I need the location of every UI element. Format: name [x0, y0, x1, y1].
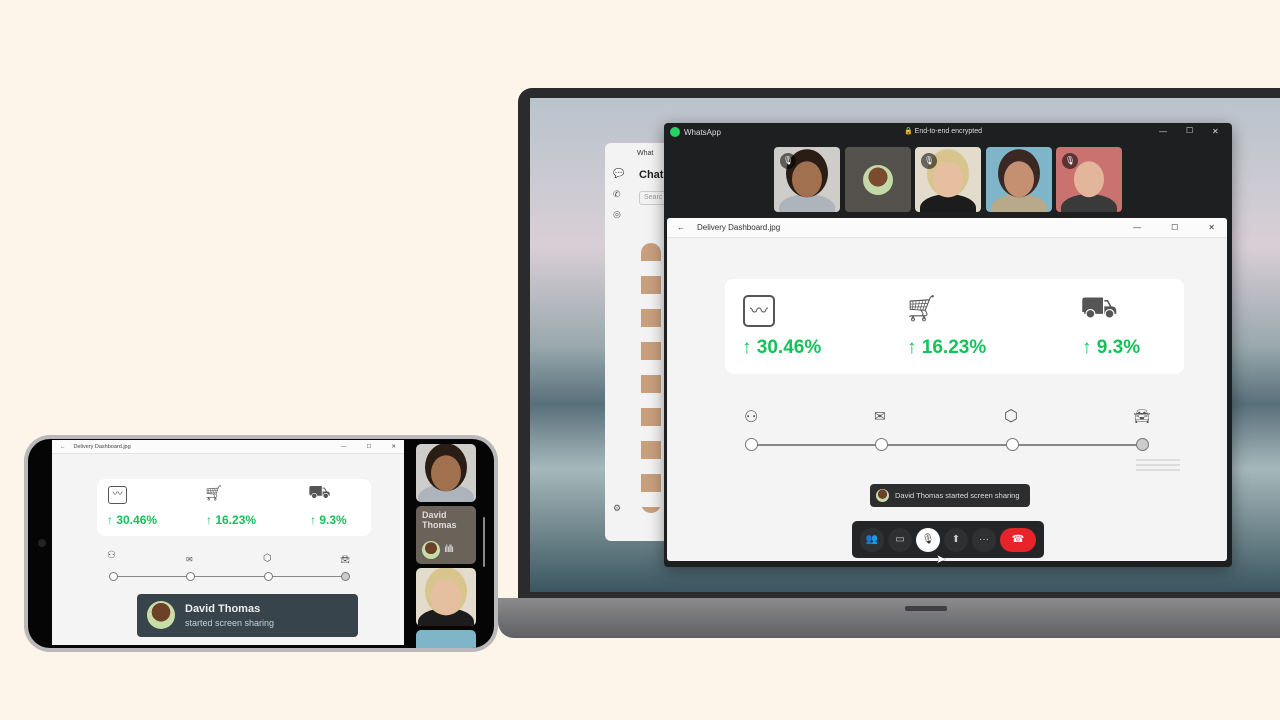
scrollbar[interactable] [483, 517, 485, 567]
timeline-step [1006, 438, 1019, 451]
participant-tile[interactable] [416, 444, 476, 502]
chat-app-title: What [637, 150, 654, 157]
viewer-close-button[interactable]: ✕ [1208, 223, 1215, 232]
active-speaker-tile[interactable]: David Thomas ılıllı [416, 506, 476, 564]
laptop-notch [905, 606, 947, 611]
video-button[interactable]: ▭ [888, 527, 912, 552]
stat-value: ↑ 16.23% [907, 337, 987, 358]
car-icon: 🚘︎ [340, 555, 351, 564]
minimize-button[interactable]: — [1159, 127, 1167, 136]
end-call-button[interactable]: ☎ [1000, 527, 1036, 552]
stat-value: ↑ 16.23% [206, 513, 257, 527]
timeline-step [109, 572, 118, 581]
chat-heading: Chat [639, 169, 664, 181]
viewer-maximize-button[interactable]: ☐ [1171, 223, 1178, 232]
cart-icon: 🛒︎ [905, 293, 939, 323]
viewer-minimize-button[interactable]: — [341, 444, 347, 450]
person-icon: ⚇ [107, 550, 116, 561]
share-screen-button[interactable]: ⬆ [944, 527, 968, 552]
phone: ← Delivery Dashboard.jpg — ☐ ✕ 〰 🛒︎ ⛟ ↑ … [24, 435, 498, 652]
avatar [147, 601, 175, 629]
participant-tile[interactable] [986, 147, 1052, 212]
stat-value: ↑ 30.46% [107, 513, 158, 527]
screen-share-toast: David Thomas started screen sharing [870, 484, 1030, 507]
viewer-minimize-button[interactable]: — [1133, 223, 1141, 232]
phone-viewer: ← Delivery Dashboard.jpg — ☐ ✕ 〰 🛒︎ ⛟ ↑ … [52, 440, 404, 645]
stat-value: ↑ 30.46% [742, 337, 822, 358]
car-icon: 🚘︎ [1133, 408, 1151, 424]
truck-icon: ⛟ [308, 482, 331, 502]
chats-icon[interactable]: 💬 [613, 168, 624, 179]
truck-icon: ⛟ [1080, 291, 1118, 324]
participant-tile[interactable]: 🎙 [1056, 147, 1122, 212]
viewer-title: Delivery Dashboard.jpg [73, 443, 131, 450]
close-button[interactable]: ✕ [1212, 127, 1219, 136]
timeline-step [341, 572, 350, 581]
participant-tile[interactable] [416, 568, 476, 626]
encryption-label: 🔒 End-to-end encrypted [904, 128, 982, 135]
package-icon: ✉ [186, 555, 193, 564]
timeline-step [745, 438, 758, 451]
audio-wave-icon: ılıllı [444, 544, 454, 555]
viewer-title: Delivery Dashboard.jpg [697, 223, 781, 232]
speaker-name: David Thomas [422, 510, 457, 530]
calls-icon[interactable]: ✆ [613, 189, 621, 200]
stats-card: 〰 🛒︎ ⛟ ↑ 30.46% ↑ 16.23% ↑ 9.3% [97, 479, 371, 536]
box-icon: ⬡ [1004, 408, 1018, 425]
maximize-button[interactable]: ☐ [1186, 126, 1193, 135]
chat-list-avatars[interactable] [641, 243, 661, 513]
box-icon: ⬡ [263, 553, 272, 564]
package-icon: ✉ [874, 408, 886, 424]
timeline-step [264, 572, 273, 581]
whatsapp-logo-icon [670, 127, 680, 137]
screen-share-toast: David Thomas started screen sharing [137, 594, 358, 637]
settings-icon[interactable]: ⚙ [613, 503, 621, 514]
placeholder-lines [1136, 459, 1180, 471]
participant-tile[interactable]: 🎙 [774, 147, 840, 212]
mic-off-icon: 🎙 [780, 153, 796, 169]
participant-avatar [863, 165, 893, 195]
mic-off-icon: 🎙 [921, 153, 937, 169]
toast-subtext: started screen sharing [185, 618, 275, 628]
back-button[interactable]: ← [60, 444, 66, 450]
camera-icon [38, 539, 46, 547]
toast-text: David Thomas started screen sharing [895, 491, 1020, 500]
mouse-cursor-icon: ➤ [936, 552, 947, 566]
toast-name: David Thomas [185, 603, 261, 615]
app-title: WhatsApp [684, 127, 721, 137]
laptop-base [498, 598, 1280, 638]
stat-value: ↑ 9.3% [1082, 337, 1141, 358]
participants-button[interactable]: 👥 [860, 527, 884, 552]
mute-button[interactable]: 🎙 [916, 527, 940, 552]
chart-icon: 〰 [108, 486, 127, 504]
stats-card: 〰 🛒︎ ⛟ ↑ 30.46% ↑ 16.23% ↑ 9.3% [725, 279, 1184, 374]
viewer-close-button[interactable]: ✕ [391, 444, 396, 450]
more-button[interactable]: ··· [972, 527, 996, 552]
call-controls: 👥 ▭ 🎙 ⬆ ··· ☎ [852, 521, 1044, 558]
status-icon[interactable]: ◎ [613, 209, 621, 220]
timeline-step [1136, 438, 1149, 451]
participant-tile[interactable]: 🎙 [915, 147, 981, 212]
chart-icon: 〰 [743, 295, 775, 327]
call-window: WhatsApp 🔒 End-to-end encrypted — ☐ ✕ 🎙 … [664, 123, 1232, 567]
cart-icon: 🛒︎ [204, 485, 224, 502]
avatar [876, 489, 889, 502]
back-button[interactable]: ← [677, 223, 685, 232]
viewer-maximize-button[interactable]: ☐ [366, 444, 371, 450]
encryption-text: End-to-end encrypted [914, 128, 982, 135]
mic-off-icon: 🎙 [1062, 153, 1078, 169]
person-icon: ⚇ [744, 409, 759, 426]
image-viewer-window: ← Delivery Dashboard.jpg — ☐ ✕ 〰 🛒︎ ⛟ ↑ … [667, 218, 1227, 561]
participant-tile[interactable] [416, 630, 476, 648]
timeline-step [186, 572, 195, 581]
avatar [422, 541, 440, 559]
timeline-step [875, 438, 888, 451]
stat-value: ↑ 9.3% [310, 513, 347, 527]
participant-tile[interactable] [845, 147, 911, 212]
